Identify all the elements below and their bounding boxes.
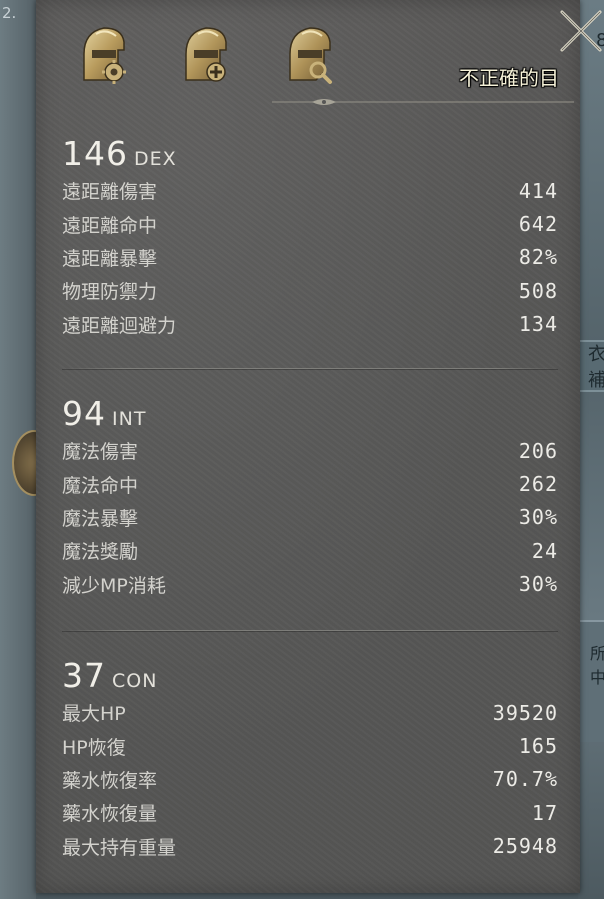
stat-row-value: 30% (518, 505, 558, 530)
stat-row-label: 物理防禦力 (62, 281, 158, 304)
stat-row-label: 遠距離命中 (62, 214, 158, 237)
character-stats-panel: 146 DEX 遠距離傷害 414 遠距離命中 642 遠距離暴擊 82% 物理… (36, 0, 602, 893)
stat-row-value: 134 (518, 312, 558, 337)
stat-row-label: 最大持有重量 (62, 836, 177, 859)
stat-row-value: 165 (518, 734, 558, 759)
stat-row: 物理防禦力 508 (62, 274, 558, 307)
helmet-gear-icon[interactable] (72, 20, 132, 88)
helmet-search-icon[interactable] (280, 20, 340, 88)
helmet-plus-icon[interactable] (176, 20, 236, 88)
stat-row-label: 遠距離傷害 (62, 181, 158, 204)
target-tooltip-label: 不正確的目 (459, 66, 559, 90)
stat-row-value: 24 (531, 538, 558, 563)
stat-row-value: 30% (518, 572, 558, 597)
stat-header: 94 INT (62, 394, 558, 434)
stat-row: 最大持有重量 25948 (62, 830, 558, 863)
stat-row-value: 82% (518, 245, 558, 270)
stat-row: 藥水恢復率 70.7% (62, 763, 558, 796)
stat-row-value: 262 (518, 472, 558, 497)
stat-row: 魔法暴擊 30% (62, 501, 558, 534)
stat-row: 遠距離傷害 414 (62, 174, 558, 207)
stat-value: 146 (62, 134, 128, 173)
stat-header: 37 CON (62, 656, 558, 696)
stat-row: 最大HP 39520 (62, 696, 558, 729)
stat-row: 魔法獎勵 24 (62, 534, 558, 567)
stat-row-label: 魔法暴擊 (62, 507, 139, 530)
world-right-strip (578, 0, 604, 899)
stat-row-label: 魔法獎勵 (62, 541, 139, 564)
stat-row-value: 642 (518, 212, 558, 237)
stat-row-value: 414 (518, 178, 558, 203)
stat-row-label: 魔法命中 (62, 474, 139, 497)
stat-row-value: 25948 (492, 834, 558, 859)
stat-header: 146 DEX (62, 134, 558, 174)
stat-row-label: HP恢復 (62, 736, 126, 759)
stat-row-label: 藥水恢復量 (62, 803, 158, 826)
stat-row: 遠距離命中 642 (62, 207, 558, 240)
stat-abbr: DEX (134, 148, 177, 170)
stat-abbr: CON (112, 670, 158, 692)
stat-value: 37 (62, 656, 106, 695)
stat-section-int: 94 INT 魔法傷害 206 魔法命中 262 魔法暴擊 30% 魔法獎勵 2… (62, 394, 558, 601)
header-divider (272, 96, 574, 108)
stat-abbr: INT (112, 408, 147, 430)
stat-icon-row (72, 20, 340, 88)
stat-row-label: 減少MP消耗 (62, 574, 166, 597)
stat-row-label: 最大HP (62, 703, 126, 726)
stat-row: 魔法命中 262 (62, 467, 558, 500)
stat-section-con: 37 CON 最大HP 39520 HP恢復 165 藥水恢復率 70.7% 藥… (62, 656, 558, 863)
section-divider (62, 630, 558, 631)
stat-row: 遠距離暴擊 82% (62, 241, 558, 274)
stat-section-dex: 146 DEX 遠距離傷害 414 遠距離命中 642 遠距離暴擊 82% 物理… (62, 134, 558, 341)
stat-row-value: 39520 (492, 700, 558, 725)
stat-row: 遠距離迴避力 134 (62, 308, 558, 341)
world-right-fragment-mid: 衣補 (588, 344, 604, 391)
stat-row-value: 70.7% (492, 767, 558, 792)
stat-row-label: 藥水恢復率 (62, 769, 158, 792)
stat-value: 94 (62, 394, 106, 433)
world-corner-number: 2. (2, 4, 17, 22)
world-right-fragment-low: 所中 (590, 644, 604, 687)
stat-row: 魔法傷害 206 (62, 434, 558, 467)
stat-row: HP恢復 165 (62, 729, 558, 762)
section-divider (62, 368, 558, 369)
stat-row: 藥水恢復量 17 (62, 796, 558, 829)
close-icon[interactable] (556, 6, 604, 56)
stat-row-label: 遠距離暴擊 (62, 247, 158, 270)
stat-row-value: 206 (518, 438, 558, 463)
stat-row-label: 魔法傷害 (62, 441, 139, 464)
stat-row-label: 遠距離迴避力 (62, 314, 177, 337)
stat-row-value: 508 (518, 278, 558, 303)
stat-row-value: 17 (531, 800, 558, 825)
stat-row: 減少MP消耗 30% (62, 568, 558, 601)
